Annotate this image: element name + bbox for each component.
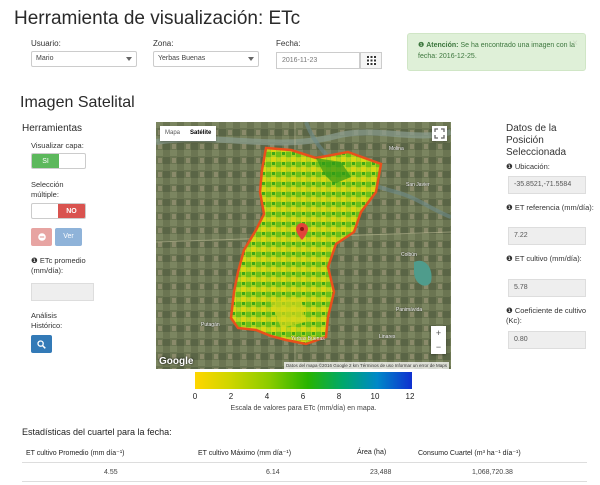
zona-label: Zona: (153, 39, 174, 48)
legend-tick: 6 (300, 392, 306, 401)
info-icon: ❶ (31, 256, 40, 265)
et-referencia-text: ET referencia (mm/día): (514, 203, 594, 212)
map-town-label: Molina (389, 146, 404, 152)
et-referencia-field: 7.22 (508, 227, 586, 245)
selected-position-title: Datos de la Posición Seleccionada (506, 123, 567, 158)
seleccion-toggle[interactable]: NO (31, 203, 86, 219)
legend-tick: 12 (405, 392, 415, 401)
info-icon: ❶ (506, 254, 515, 263)
info-icon: ❶ (506, 306, 515, 315)
alert-strong: Atención: (426, 42, 459, 49)
page-title: Herramienta de visualización: ETc (14, 8, 301, 29)
tab-satellite[interactable]: Satélite (185, 126, 216, 141)
stats-header: ET cultivo Promedio (mm día⁻¹) (26, 450, 125, 457)
et-cultivo-label: ❶ ET cultivo (mm/día): (506, 254, 596, 264)
etc-color-scale (195, 372, 412, 389)
etc-promedio-label: ❶ ETc promedio (mm/día): (31, 256, 101, 276)
legend-tick: 8 (336, 392, 342, 401)
usuario-value: Mario (36, 55, 54, 62)
stats-cell: 6.14 (266, 469, 280, 476)
ubicacion-field: -35.8521,-71.5584 (508, 176, 586, 194)
legend-tick: 2 (228, 392, 234, 401)
close-icon[interactable]: × (572, 38, 578, 49)
et-cultivo-field: 5.78 (508, 279, 586, 297)
section-title: Imagen Satelital (20, 94, 135, 111)
usuario-label: Usuario: (31, 39, 61, 48)
legend-caption: Escala de valores para ETc (mm/día) en m… (230, 405, 377, 412)
kc-field: 0.80 (508, 331, 586, 349)
etc-promedio-text: ETc promedio (mm/día): (31, 256, 86, 275)
zona-value: Yerbas Buenas (158, 55, 206, 62)
minus-circle-icon (37, 233, 46, 241)
satellite-map[interactable]: Molina Putagán Yerbas Buenas Linares Col… (156, 122, 451, 369)
fullscreen-button[interactable] (432, 126, 447, 141)
calendar-icon (366, 56, 376, 65)
fecha-input[interactable]: 2016-11-23 (276, 52, 360, 69)
info-icon: ❶ (506, 162, 515, 171)
map-town-label: Panimávida (396, 307, 423, 313)
stats-header: Área (ha) (357, 449, 387, 456)
map-town-label: San Javier (406, 182, 430, 188)
ubicacion-text: Ubicación: (514, 162, 550, 171)
tools-title: Herramientas (22, 123, 83, 134)
et-cultivo-text: ET cultivo (mm/día): (514, 254, 582, 263)
stats-divider (22, 481, 587, 482)
stats-title: Estadísticas del cuartel para la fecha: (22, 427, 172, 437)
info-icon: ❶ (506, 203, 515, 212)
ubicacion-label: ❶ Ubicación: (506, 162, 596, 172)
stats-header: ET cultivo Máximo (mm día⁻¹) (198, 450, 292, 457)
seleccion-label: Selección múltiple: (31, 180, 64, 199)
analisis-label: Análisis Histórico: (31, 311, 63, 330)
map-attribution[interactable]: Datos del mapa ©2016 Google 2 km Término… (283, 362, 449, 369)
tab-map[interactable]: Mapa (160, 126, 185, 141)
map-town-label: Yerbas Buenas (291, 336, 325, 342)
kc-label: ❶ Coeficiente de cultivo (Kc): (506, 306, 596, 326)
legend-tick: 10 (370, 392, 380, 401)
etc-promedio-field (31, 283, 94, 301)
remove-button[interactable] (31, 228, 52, 246)
legend-tick: 0 (192, 392, 198, 401)
stats-cell: 23,488 (370, 469, 392, 476)
legend-tick: 4 (264, 392, 270, 401)
search-icon (37, 339, 46, 349)
map-marker-icon[interactable] (296, 223, 308, 240)
stats-cell: 4.55 (104, 469, 118, 476)
date-alert: ❶ Atención: Se ha encontrado una imagen … (407, 33, 586, 71)
fecha-label: Fecha: (276, 39, 301, 48)
zoom-in-button[interactable]: + (431, 326, 446, 340)
map-town-label: Colbún (401, 252, 417, 258)
chevron-down-icon (248, 57, 254, 61)
stats-divider (22, 462, 587, 463)
visualizar-toggle[interactable]: SI (31, 153, 86, 169)
ver-button[interactable]: Ver (55, 228, 82, 246)
kc-text: Coeficiente de cultivo (Kc): (506, 306, 587, 325)
zona-select[interactable]: Yerbas Buenas (153, 51, 259, 67)
satellite-imagery (156, 122, 451, 369)
usuario-select[interactable]: Mario (31, 51, 137, 67)
map-town-label: Putagán (201, 322, 220, 328)
visualizar-label: Visualizar capa: (31, 141, 84, 150)
et-referencia-label: ❶ ET referencia (mm/día): (506, 203, 596, 213)
zoom-control: + − (431, 326, 446, 354)
analisis-button[interactable] (31, 335, 52, 353)
calendar-button[interactable] (360, 52, 382, 69)
toggle-off-label: NO (58, 204, 85, 218)
zoom-out-button[interactable]: − (431, 340, 446, 354)
stats-cell: 1,068,720.38 (472, 469, 513, 476)
stats-header: Consumo Cuartel (m³ ha⁻¹ día⁻¹) (418, 450, 521, 457)
toggle-on-label: SI (32, 154, 59, 168)
chevron-down-icon (126, 57, 132, 61)
info-icon: ❶ (418, 42, 425, 49)
google-logo: Google (159, 356, 194, 367)
map-town-label: Linares (379, 334, 396, 340)
map-type-tabs: Mapa Satélite (160, 126, 217, 141)
fullscreen-icon (434, 128, 445, 139)
